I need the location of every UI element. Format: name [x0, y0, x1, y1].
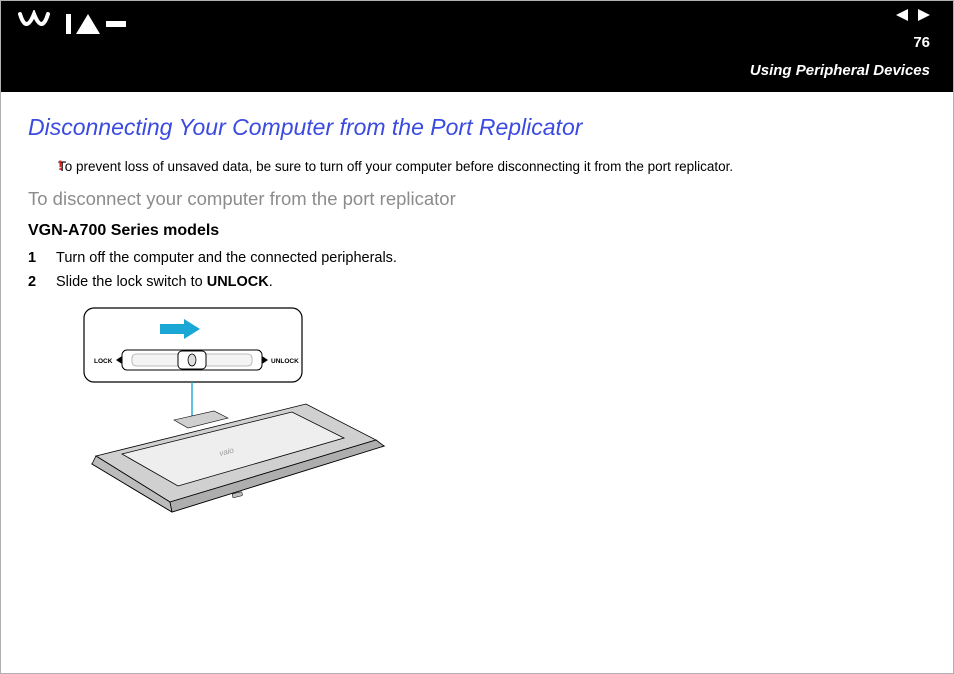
section-title: Using Peripheral Devices	[750, 62, 930, 79]
header-bar: 76 Using Peripheral Devices	[0, 0, 954, 92]
vaio-logo	[18, 10, 128, 38]
step-2: 2 Slide the lock switch to UNLOCK.	[28, 274, 926, 290]
nav-arrows	[894, 8, 932, 22]
page-content: Disconnecting Your Computer from the Por…	[0, 92, 954, 521]
step-text: Slide the lock switch to UNLOCK.	[56, 274, 273, 290]
prev-page-icon[interactable]	[894, 8, 910, 22]
subheading: To disconnect your computer from the por…	[28, 188, 926, 210]
next-page-icon[interactable]	[916, 8, 932, 22]
unlock-label: UNLOCK	[271, 358, 299, 365]
step-text: Turn off the computer and the connected …	[56, 250, 397, 266]
diagram: LOCK UNLOCK vaio	[82, 306, 926, 521]
step-number: 2	[28, 274, 40, 290]
port-replicator-diagram: LOCK UNLOCK vaio	[82, 306, 392, 516]
warning-icon: !	[58, 157, 63, 173]
page-number: 76	[913, 34, 930, 51]
series-title: VGN-A700 Series models	[28, 222, 926, 240]
warning-block: ! To prevent loss of unsaved data, be su…	[58, 159, 926, 174]
step-1: 1 Turn off the computer and the connecte…	[28, 250, 926, 266]
lock-label: LOCK	[94, 358, 113, 365]
step-number: 1	[28, 250, 40, 266]
warning-text: To prevent loss of unsaved data, be sure…	[58, 159, 926, 174]
page-heading: Disconnecting Your Computer from the Por…	[28, 114, 926, 141]
steps-list: 1 Turn off the computer and the connecte…	[28, 250, 926, 290]
